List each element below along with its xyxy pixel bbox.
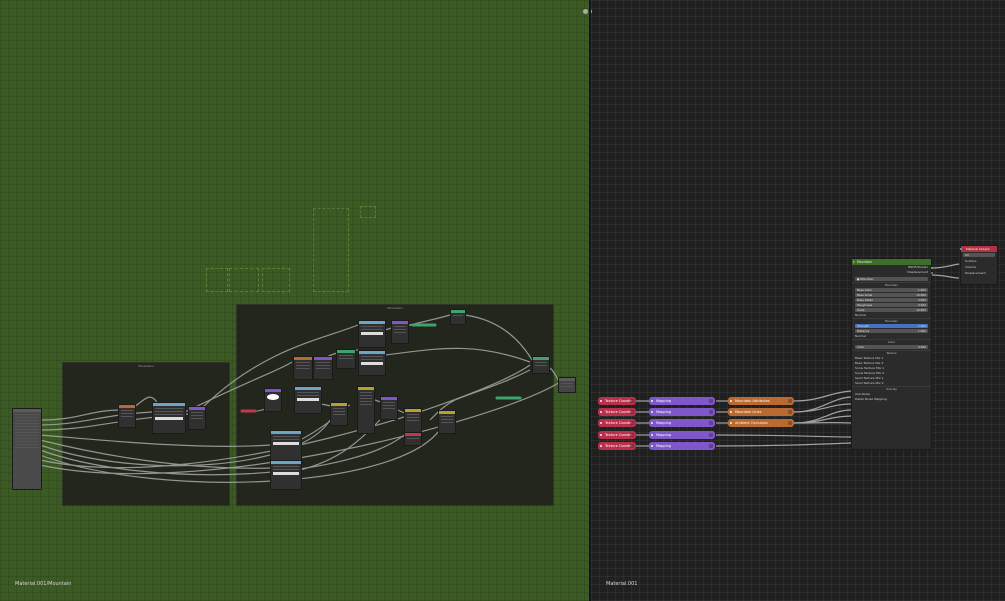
texture-coordinate-node[interactable]: Texture Coordin [598,419,636,427]
mapping-node[interactable]: Mapping [649,431,715,439]
node-wires [635,263,960,447]
mini-node[interactable] [532,356,550,374]
input-field[interactable]: Strength 1.000 [855,324,928,328]
mini-node[interactable] [264,388,282,412]
mini-node[interactable] [404,432,422,446]
right-node-editor[interactable]: Texture Coordin Texture Coordin Texture … [591,0,1005,601]
socket-row[interactable]: Normal [852,334,931,339]
socket-row[interactable]: Normal [852,313,931,318]
mini-node[interactable] [358,350,386,376]
input-field[interactable]: Color 0.500 [855,345,928,349]
mini-node[interactable] [152,402,186,434]
node-wires [39,314,561,483]
input-socket-row[interactable]: Displacement [960,248,997,276]
mini-node[interactable] [118,404,136,428]
left-node-editor[interactable]: Mountains Mountains Material.001/Mountai… [0,0,589,601]
group-output-node[interactable] [558,377,576,393]
group-node-title: Mountain [857,260,872,264]
input-field[interactable]: Base Scale 10.000 [855,293,928,297]
texture-coordinate-node[interactable]: Texture Coordin [598,397,636,405]
mini-node[interactable] [336,349,356,369]
mini-node[interactable] [391,320,409,344]
mini-node[interactable] [357,386,375,434]
mini-node[interactable] [270,430,302,462]
mapping-node[interactable]: Mapping [649,419,715,427]
input-field[interactable]: Base Color 1.000 [855,288,928,292]
input-field[interactable]: Base Detail 2.000 [855,298,928,302]
output-socket-row[interactable]: Displacement [852,270,933,275]
mini-node[interactable] [438,410,456,434]
mini-node[interactable] [380,396,398,420]
input-field[interactable]: Scale 10.000 [855,308,928,312]
mapping-node[interactable]: Mapping [649,397,715,405]
mapping-node[interactable]: Mapping [649,408,715,416]
texture-coordinate-node[interactable]: Texture Coordin [598,442,636,450]
input-field[interactable]: Distance 1.000 [855,329,928,333]
material-output-node[interactable]: Material Output All Surface Volume Displ… [960,245,998,285]
mapping-node[interactable]: Mapping [649,442,715,450]
input-field[interactable]: Roughness 0.500 [855,303,928,307]
group-input-node[interactable] [12,408,42,490]
datablock-selector[interactable]: ● Mountain [855,277,928,281]
texture-coordinate-node[interactable]: Texture Coordin [598,408,636,416]
target-dropdown[interactable]: All [963,253,995,257]
mountain-group-node[interactable]: ▾ Mountain BSDF/Shader Displacement ● Mo… [851,258,933,450]
mini-node[interactable] [330,402,348,426]
mini-node[interactable] [358,320,386,348]
editor-path-label: Material.001 [606,581,638,587]
socket-row[interactable]: Detail Noise Mapping [852,397,931,402]
output-node-header[interactable]: Material Output [961,246,997,252]
mini-node[interactable] [188,406,206,430]
attribute-node[interactable]: Mountain Lines [728,408,794,416]
texture-coordinate-node[interactable]: Texture Coordin [598,431,636,439]
mini-node[interactable] [293,356,313,380]
mini-node[interactable] [313,356,333,380]
mini-node[interactable] [294,386,322,414]
attribute-node[interactable]: Ambient Occlusion [728,419,794,427]
socket-row[interactable]: Sand Texture Mix 2 [852,381,931,386]
mini-node[interactable] [450,309,466,325]
editor-path-label: Material.001/Mountain [15,581,72,587]
mini-node[interactable] [270,460,302,490]
attribute-node[interactable]: Mountain Attributes [728,397,794,405]
